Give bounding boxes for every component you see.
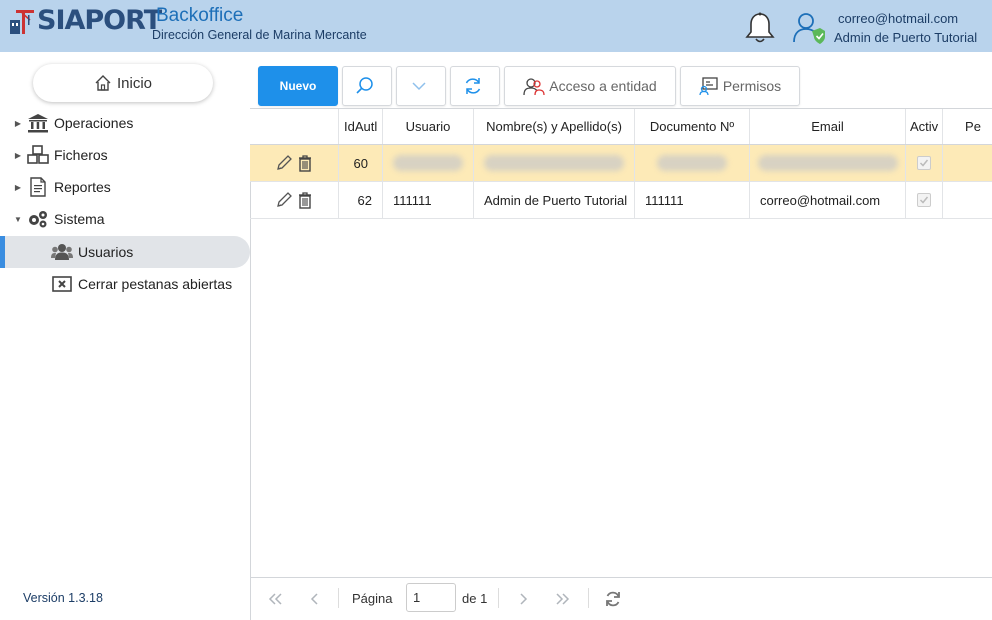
sidebar-item-label: Reportes bbox=[54, 179, 111, 195]
delete-trash-icon[interactable] bbox=[297, 191, 313, 209]
previous-page-icon[interactable] bbox=[306, 590, 324, 608]
users-grid: IdAutl Usuario Nombre(s) y Apellido(s) D… bbox=[250, 108, 992, 577]
sidebar-item-operaciones[interactable]: ▶ Operaciones bbox=[0, 108, 250, 138]
cell-email-blurred bbox=[750, 145, 906, 181]
cell-nombre-blurred bbox=[474, 145, 635, 181]
users-icon bbox=[50, 242, 74, 262]
checkbox-checked-icon bbox=[917, 156, 931, 170]
user-verified-icon[interactable] bbox=[792, 10, 826, 46]
cell-activo bbox=[906, 145, 943, 181]
pager-separator bbox=[588, 588, 589, 608]
gears-icon bbox=[26, 209, 50, 229]
logo-text: SIAPORT bbox=[37, 5, 162, 36]
page-count-label: de 1 bbox=[462, 591, 488, 606]
table-row[interactable]: 60 bbox=[250, 145, 992, 182]
app-subtitle: Dirección General de Marina Mercante bbox=[152, 28, 367, 42]
users-access-icon bbox=[523, 78, 545, 96]
cell-usuario-blurred bbox=[383, 145, 474, 181]
new-button[interactable]: Nuevo bbox=[258, 66, 338, 106]
sidebar-item-label: Operaciones bbox=[54, 115, 134, 131]
delete-trash-icon[interactable] bbox=[297, 154, 313, 172]
caret-down-icon[interactable]: ▼ bbox=[10, 215, 26, 224]
crane-logo-icon bbox=[8, 6, 36, 36]
caret-right-icon[interactable]: ▶ bbox=[10, 151, 26, 160]
cell-documento: 111111 bbox=[635, 182, 750, 218]
app-title: Backoffice bbox=[156, 5, 244, 26]
table-row[interactable]: 62 111111 Admin de Puerto Tutorial 11111… bbox=[250, 182, 992, 219]
cell-id: 62 bbox=[339, 182, 383, 218]
caret-right-icon[interactable]: ▶ bbox=[10, 119, 26, 128]
column-header-documento[interactable]: Documento Nº bbox=[635, 109, 750, 144]
app-header: SIAPORT Backoffice Dirección General de … bbox=[0, 0, 992, 52]
access-entity-button[interactable]: Acceso a entidad bbox=[504, 66, 676, 106]
dropdown-button[interactable] bbox=[396, 66, 446, 106]
access-entity-label: Acceso a entidad bbox=[549, 78, 657, 94]
close-tabs-icon bbox=[50, 274, 74, 294]
pager-separator bbox=[338, 588, 339, 608]
caret-right-icon[interactable]: ▶ bbox=[10, 183, 26, 192]
first-page-icon[interactable] bbox=[266, 590, 284, 608]
column-header-pe[interactable]: Pe bbox=[943, 109, 992, 144]
column-header-activo[interactable]: Activ bbox=[906, 109, 943, 144]
permissions-button[interactable]: Permisos bbox=[680, 66, 800, 106]
grid-header: IdAutl Usuario Nombre(s) y Apellido(s) D… bbox=[250, 109, 992, 145]
edit-pencil-icon[interactable] bbox=[275, 154, 293, 172]
column-header-nombre[interactable]: Nombre(s) y Apellido(s) bbox=[474, 109, 635, 144]
refresh-icon bbox=[465, 78, 481, 94]
search-icon bbox=[356, 77, 373, 94]
checkbox-checked-icon bbox=[917, 193, 931, 207]
sidebar-subitem-label: Usuarios bbox=[78, 244, 134, 260]
sidebar-item-sistema[interactable]: ▼ Sistema bbox=[0, 204, 250, 234]
cell-usuario: 111111 bbox=[383, 182, 474, 218]
pager-separator bbox=[498, 588, 499, 608]
cell-activo bbox=[906, 182, 943, 218]
cell-documento-blurred bbox=[635, 145, 750, 181]
home-label: Inicio bbox=[116, 74, 153, 92]
sidebar-item-label: Sistema bbox=[54, 211, 105, 227]
column-header-actions bbox=[250, 109, 339, 144]
home-icon bbox=[95, 75, 111, 91]
page-number-input[interactable] bbox=[406, 583, 456, 612]
version-label: Versión 1.3.18 bbox=[23, 591, 103, 605]
siaport-logo[interactable]: SIAPORT bbox=[8, 5, 162, 36]
pagination-bar: Página de 1 bbox=[250, 577, 992, 620]
sidebar-subitem-label: Cerrar pestanas abiertas bbox=[78, 276, 233, 292]
cell-pe bbox=[943, 145, 992, 181]
sidebar-item-reportes[interactable]: ▶ Reportes bbox=[0, 172, 250, 202]
search-button[interactable] bbox=[342, 66, 392, 106]
notifications-bell-icon[interactable] bbox=[744, 11, 776, 45]
permissions-label: Permisos bbox=[722, 78, 782, 94]
row-actions bbox=[250, 145, 339, 181]
sidebar: Inicio ▶ Operaciones ▶ Ficheros ▶ Report… bbox=[0, 52, 250, 620]
refresh-icon[interactable] bbox=[604, 590, 622, 608]
cell-nombre: Admin de Puerto Tutorial bbox=[474, 182, 635, 218]
user-name[interactable]: Admin de Puerto Tutorial bbox=[834, 30, 977, 45]
next-page-icon[interactable] bbox=[514, 590, 532, 608]
sidebar-item-cerrar-pestanas[interactable]: Cerrar pestanas abiertas bbox=[0, 268, 232, 300]
permissions-icon bbox=[699, 77, 718, 96]
row-actions bbox=[250, 182, 339, 218]
chevron-down-icon bbox=[412, 82, 426, 91]
page-label: Página bbox=[352, 591, 393, 606]
column-header-id[interactable]: IdAutl bbox=[339, 109, 383, 144]
sidebar-item-ficheros[interactable]: ▶ Ficheros bbox=[0, 140, 250, 170]
sidebar-item-usuarios[interactable]: Usuarios bbox=[0, 236, 250, 268]
cell-pe bbox=[943, 182, 992, 218]
cell-id: 60 bbox=[339, 145, 383, 181]
cell-email: correo@hotmail.com bbox=[750, 182, 906, 218]
last-page-icon[interactable] bbox=[554, 590, 572, 608]
sidebar-item-label: Ficheros bbox=[54, 147, 108, 163]
bank-icon bbox=[26, 113, 50, 133]
refresh-button[interactable] bbox=[450, 66, 500, 106]
column-header-usuario[interactable]: Usuario bbox=[383, 109, 474, 144]
boxes-icon bbox=[26, 145, 50, 165]
edit-pencil-icon[interactable] bbox=[275, 191, 293, 209]
home-button[interactable]: Inicio bbox=[33, 64, 213, 102]
user-email[interactable]: correo@hotmail.com bbox=[838, 11, 958, 26]
column-header-email[interactable]: Email bbox=[750, 109, 906, 144]
document-icon bbox=[26, 177, 50, 197]
